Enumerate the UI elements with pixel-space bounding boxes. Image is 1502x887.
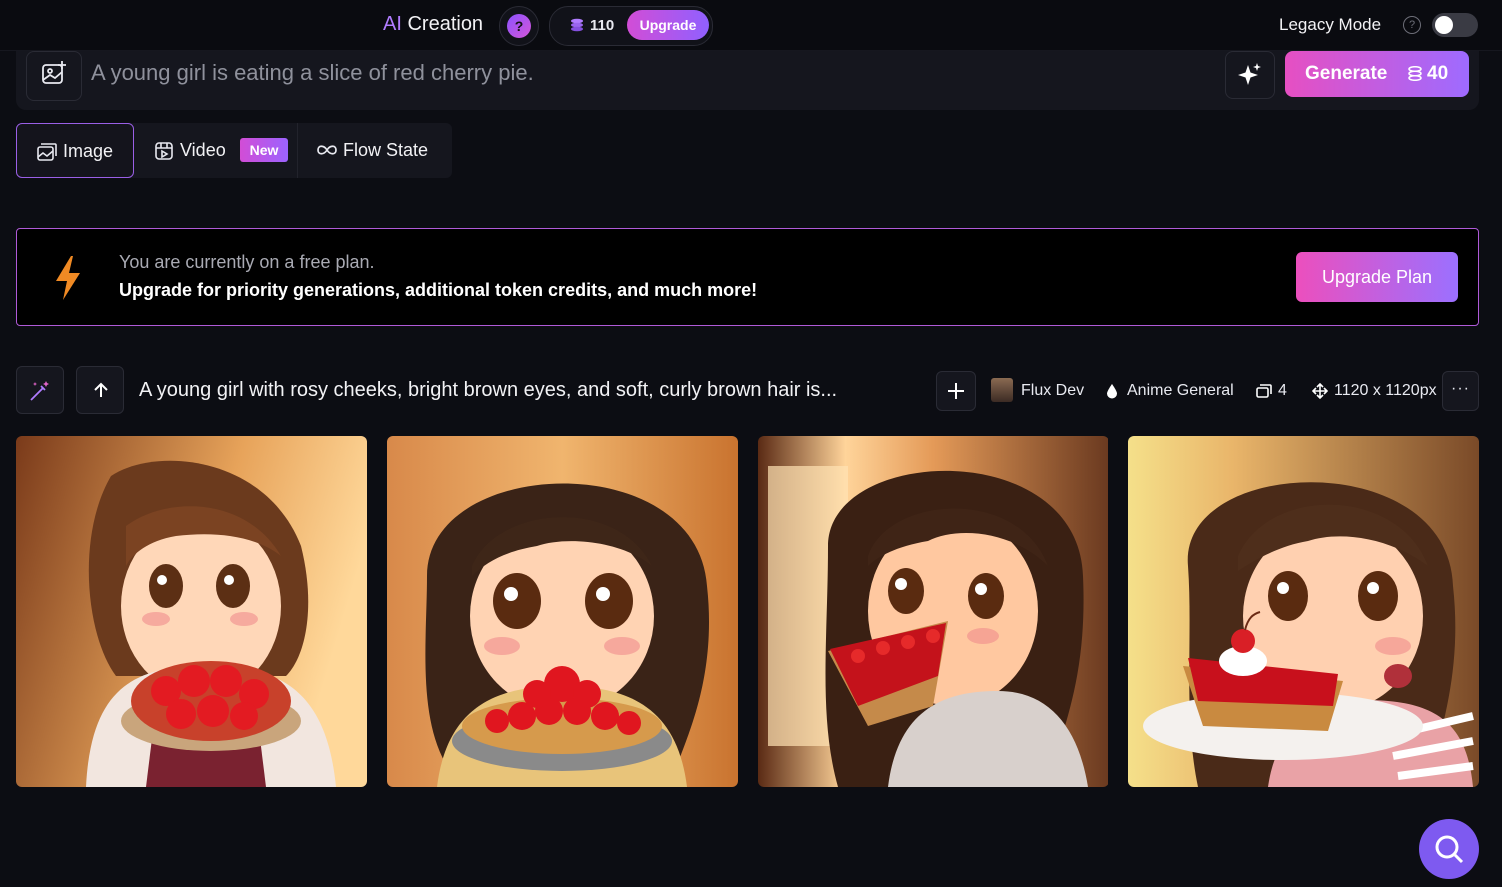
image-plus-icon (42, 61, 66, 84)
infinity-icon (317, 145, 337, 155)
move-icon (1312, 383, 1328, 399)
generation-header: A young girl with rosy cheeks, bright br… (0, 366, 1502, 416)
help-button[interactable]: ? (499, 6, 539, 46)
model-thumbnail (991, 378, 1013, 402)
legacy-help-icon[interactable]: ? (1403, 16, 1421, 34)
mode-tabs: Image Video New Flow State (16, 123, 452, 178)
generated-image-4[interactable] (1128, 436, 1479, 787)
top-bar: AI Creation ? 110 Upgrade Legacy Mode ? (0, 0, 1502, 51)
generate-button[interactable]: Generate 40 (1285, 51, 1469, 97)
credits-count: 110 (590, 17, 615, 34)
title-ai: AI (383, 13, 402, 35)
search-fab[interactable] (1419, 819, 1479, 879)
magic-wand-icon (30, 381, 49, 401)
image-count: 4 (1278, 382, 1287, 399)
tab-image-label: Image (63, 141, 114, 161)
legacy-mode-label: Legacy Mode (1279, 15, 1382, 34)
generated-image-3[interactable] (758, 436, 1109, 787)
image-upload-button[interactable] (26, 51, 82, 101)
coins-icon (571, 18, 583, 32)
search-icon (1435, 835, 1464, 864)
tab-video[interactable]: Video New (134, 123, 297, 178)
enhance-prompt-button[interactable] (1225, 51, 1275, 99)
new-badge: New (240, 138, 288, 162)
credits-pill: 110 Upgrade (549, 6, 713, 46)
banner-line-2: Upgrade for priority generations, additi… (119, 280, 758, 300)
video-icon (155, 142, 173, 160)
more-options-button[interactable]: ··· (1442, 371, 1479, 411)
prompt-input[interactable]: A young girl is eating a slice of red ch… (91, 60, 534, 86)
banner-line-1: You are currently on a free plan. (119, 252, 375, 272)
upgrade-plan-button[interactable]: Upgrade Plan (1296, 252, 1458, 302)
lightning-icon (56, 256, 80, 300)
title-rest: Creation (401, 13, 484, 35)
free-plan-banner: You are currently on a free plan. Upgrad… (16, 228, 1479, 326)
magic-wand-button[interactable] (16, 366, 64, 414)
generated-image-2[interactable] (387, 436, 738, 787)
sparkle-icon (1238, 63, 1261, 85)
upgrade-button[interactable]: Upgrade (627, 10, 709, 40)
add-button[interactable] (936, 371, 976, 411)
tab-image[interactable]: Image (16, 123, 134, 178)
reuse-prompt-button[interactable] (76, 366, 124, 414)
tab-flow-state[interactable]: Flow State (298, 123, 452, 178)
tab-video-label: Video (180, 140, 226, 160)
droplet-icon (1107, 384, 1117, 399)
arrow-up-icon (94, 382, 108, 397)
question-icon: ? (507, 14, 531, 38)
page-title: AI Creation (383, 13, 483, 36)
image-size: 1120 x 1120px (1334, 382, 1437, 399)
generate-label: Generate (1305, 63, 1388, 84)
plus-icon (948, 383, 964, 399)
generation-prompt: A young girl with rosy cheeks, bright br… (139, 379, 838, 401)
coins-icon (1408, 66, 1422, 81)
toggle-knob (1435, 16, 1453, 34)
images-icon (1256, 384, 1272, 398)
style-name: Anime General (1127, 382, 1234, 399)
model-name: Flux Dev (1021, 382, 1085, 399)
generate-cost: 40 (1427, 63, 1449, 84)
legacy-mode-toggle[interactable] (1432, 13, 1478, 37)
tab-flow-state-label: Flow State (343, 140, 429, 160)
generated-image-1[interactable] (16, 436, 367, 787)
prompt-bar: A young girl is eating a slice of red ch… (16, 51, 1479, 110)
image-icon (37, 143, 57, 161)
